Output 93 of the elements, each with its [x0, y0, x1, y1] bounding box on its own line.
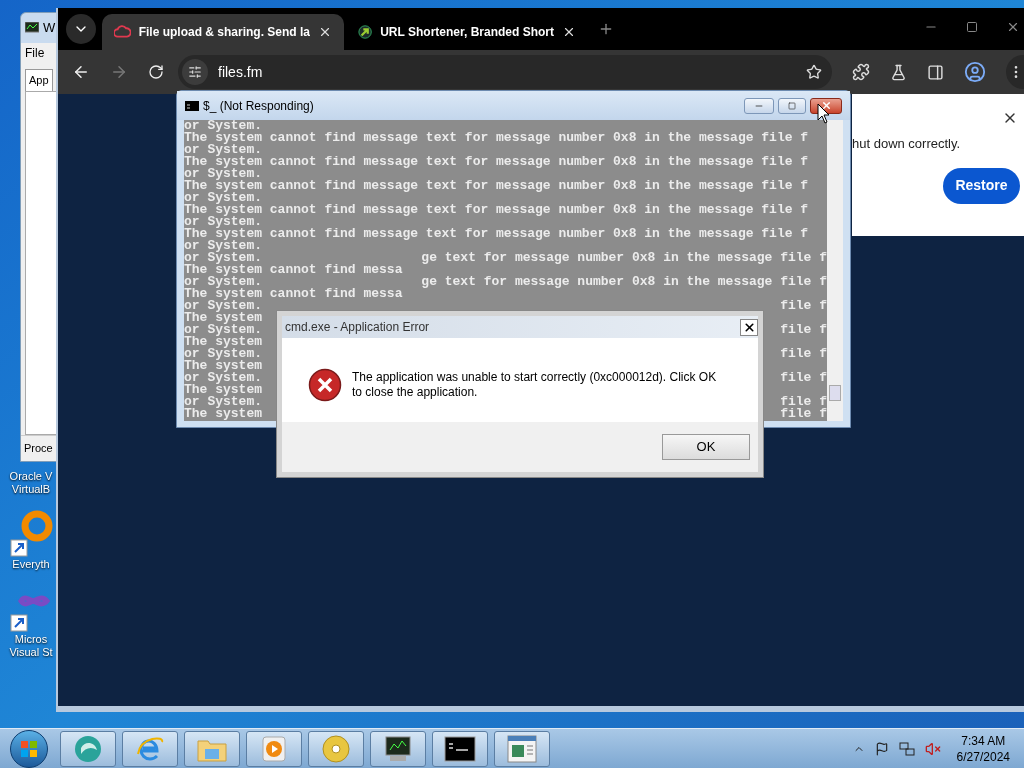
console-line: or System. [184, 300, 262, 312]
tab-search-button[interactable] [66, 14, 96, 44]
console-line: The system [184, 336, 262, 348]
console-line: file f [780, 348, 827, 360]
desktop-icon-label[interactable]: Micros Visual St [9, 633, 53, 659]
console-line: The system [184, 384, 262, 396]
maximize-icon [788, 101, 796, 110]
console-line: The system cannot find messa [184, 264, 403, 276]
console-line: or System. [184, 348, 262, 360]
console-line: The system cannot find message text for message number 0x8 in the message file f [184, 204, 809, 216]
start-button[interactable] [10, 729, 48, 768]
bookmark-star-icon [806, 64, 822, 80]
side-panel-icon [927, 63, 944, 81]
window-icon [507, 734, 537, 763]
window-title: W [43, 19, 56, 38]
scroll-thumb[interactable] [829, 385, 841, 401]
console-line: or System. [184, 144, 262, 156]
minimize-button[interactable] [744, 97, 774, 114]
console-line: or System. [184, 252, 262, 264]
taskbar-button[interactable] [432, 730, 488, 767]
console-line: or System. [184, 396, 262, 408]
cloud-icon [114, 25, 131, 39]
console-line: The system [184, 312, 262, 324]
desktop-icon-label[interactable]: Oracle V VirtualB [9, 470, 53, 496]
console-line: or System. [184, 120, 262, 132]
desktop-icon-label[interactable]: Everyth [12, 558, 50, 571]
console-line: or System. [184, 168, 262, 180]
tab-title: URL Shortener, Branded Short [380, 24, 554, 41]
taskbar-button[interactable] [370, 730, 426, 767]
back-icon [72, 63, 90, 81]
console-line: or System. [184, 192, 262, 204]
play-icon [261, 734, 287, 763]
console-line: ge text for message number 0x8 in the message file f [421, 276, 827, 288]
mouse-pointer-icon [817, 103, 831, 125]
error-message: The application was unable to start correctly (0xc000012d). Click OK to close the application. [352, 369, 718, 401]
profile-icon [964, 61, 986, 83]
ring-shortcut-icon [9, 508, 53, 558]
maximize-icon [966, 21, 978, 33]
close-button[interactable] [740, 318, 758, 336]
url-text: files.fm [218, 62, 264, 82]
clock-date: 6/27/2024 [956, 748, 1010, 765]
close-icon [1006, 20, 1020, 34]
console-line: or System. [184, 216, 262, 228]
console-line: file f [780, 396, 827, 408]
site-settings-icon [188, 65, 202, 79]
console-line: or System. [184, 324, 262, 336]
popup-message: hut down correctly. [852, 135, 962, 153]
console-line: The system [184, 360, 262, 372]
sphere-icon [73, 733, 103, 764]
console-line: The system cannot find message text for message number 0x8 in the message file f [184, 180, 809, 192]
console-line: The system cannot find message text for message number 0x8 in the message file f [184, 156, 809, 168]
console-line: file f [780, 372, 827, 384]
console-line: ge text for message number 0x8 in the message file f [421, 252, 827, 264]
close-button[interactable] [810, 97, 842, 114]
new-tab-icon [598, 21, 614, 37]
console-line: file f [780, 324, 827, 336]
error-icon [308, 368, 342, 402]
status-text: Proce [24, 441, 53, 457]
close-icon [742, 320, 756, 334]
windows-logo-icon [20, 739, 38, 758]
console-line: The system cannot find messa [184, 288, 403, 300]
console-line: file f [780, 300, 827, 312]
flask-icon [890, 63, 907, 81]
tab[interactable]: App [25, 69, 53, 91]
window-title: $_ (Not Responding) [203, 97, 315, 115]
monitor-icon [382, 733, 414, 764]
console-line: or System. [184, 276, 262, 288]
console-line: The system cannot find message text for message number 0x8 in the message file f [184, 228, 809, 240]
muted-speaker-icon [924, 740, 941, 757]
close-icon [562, 25, 576, 39]
tab-title: File upload & sharing. Send la [138, 24, 310, 41]
console-line: or System. [184, 240, 262, 252]
close-icon [318, 25, 332, 39]
console-line: The system cannot find message text for message number 0x8 in the message file f [184, 132, 809, 144]
terminal-icon [185, 100, 199, 111]
terminal-icon [444, 735, 476, 762]
dialog-title: cmd.exe - Application Error [285, 319, 430, 336]
monitor-app-icon [25, 22, 39, 34]
console-line: The system [184, 408, 262, 420]
browser-tab[interactable]: File upload & sharing. Send la [102, 14, 344, 50]
ok-button[interactable]: OK [662, 434, 750, 460]
restore-button[interactable]: Restore [943, 167, 1020, 204]
disc-icon [321, 733, 351, 764]
forward-icon [110, 63, 128, 81]
reload-icon [148, 64, 164, 80]
address-bar[interactable]: files.fm [178, 55, 832, 89]
network-icon [898, 740, 915, 757]
console-line: or System. [184, 372, 262, 384]
flag-icon [874, 741, 889, 756]
clock-time: 7:34 AM [961, 732, 1006, 749]
puzzle-icon [852, 63, 870, 81]
console-line: file f [780, 408, 827, 420]
arrow-logo-icon [358, 24, 373, 40]
